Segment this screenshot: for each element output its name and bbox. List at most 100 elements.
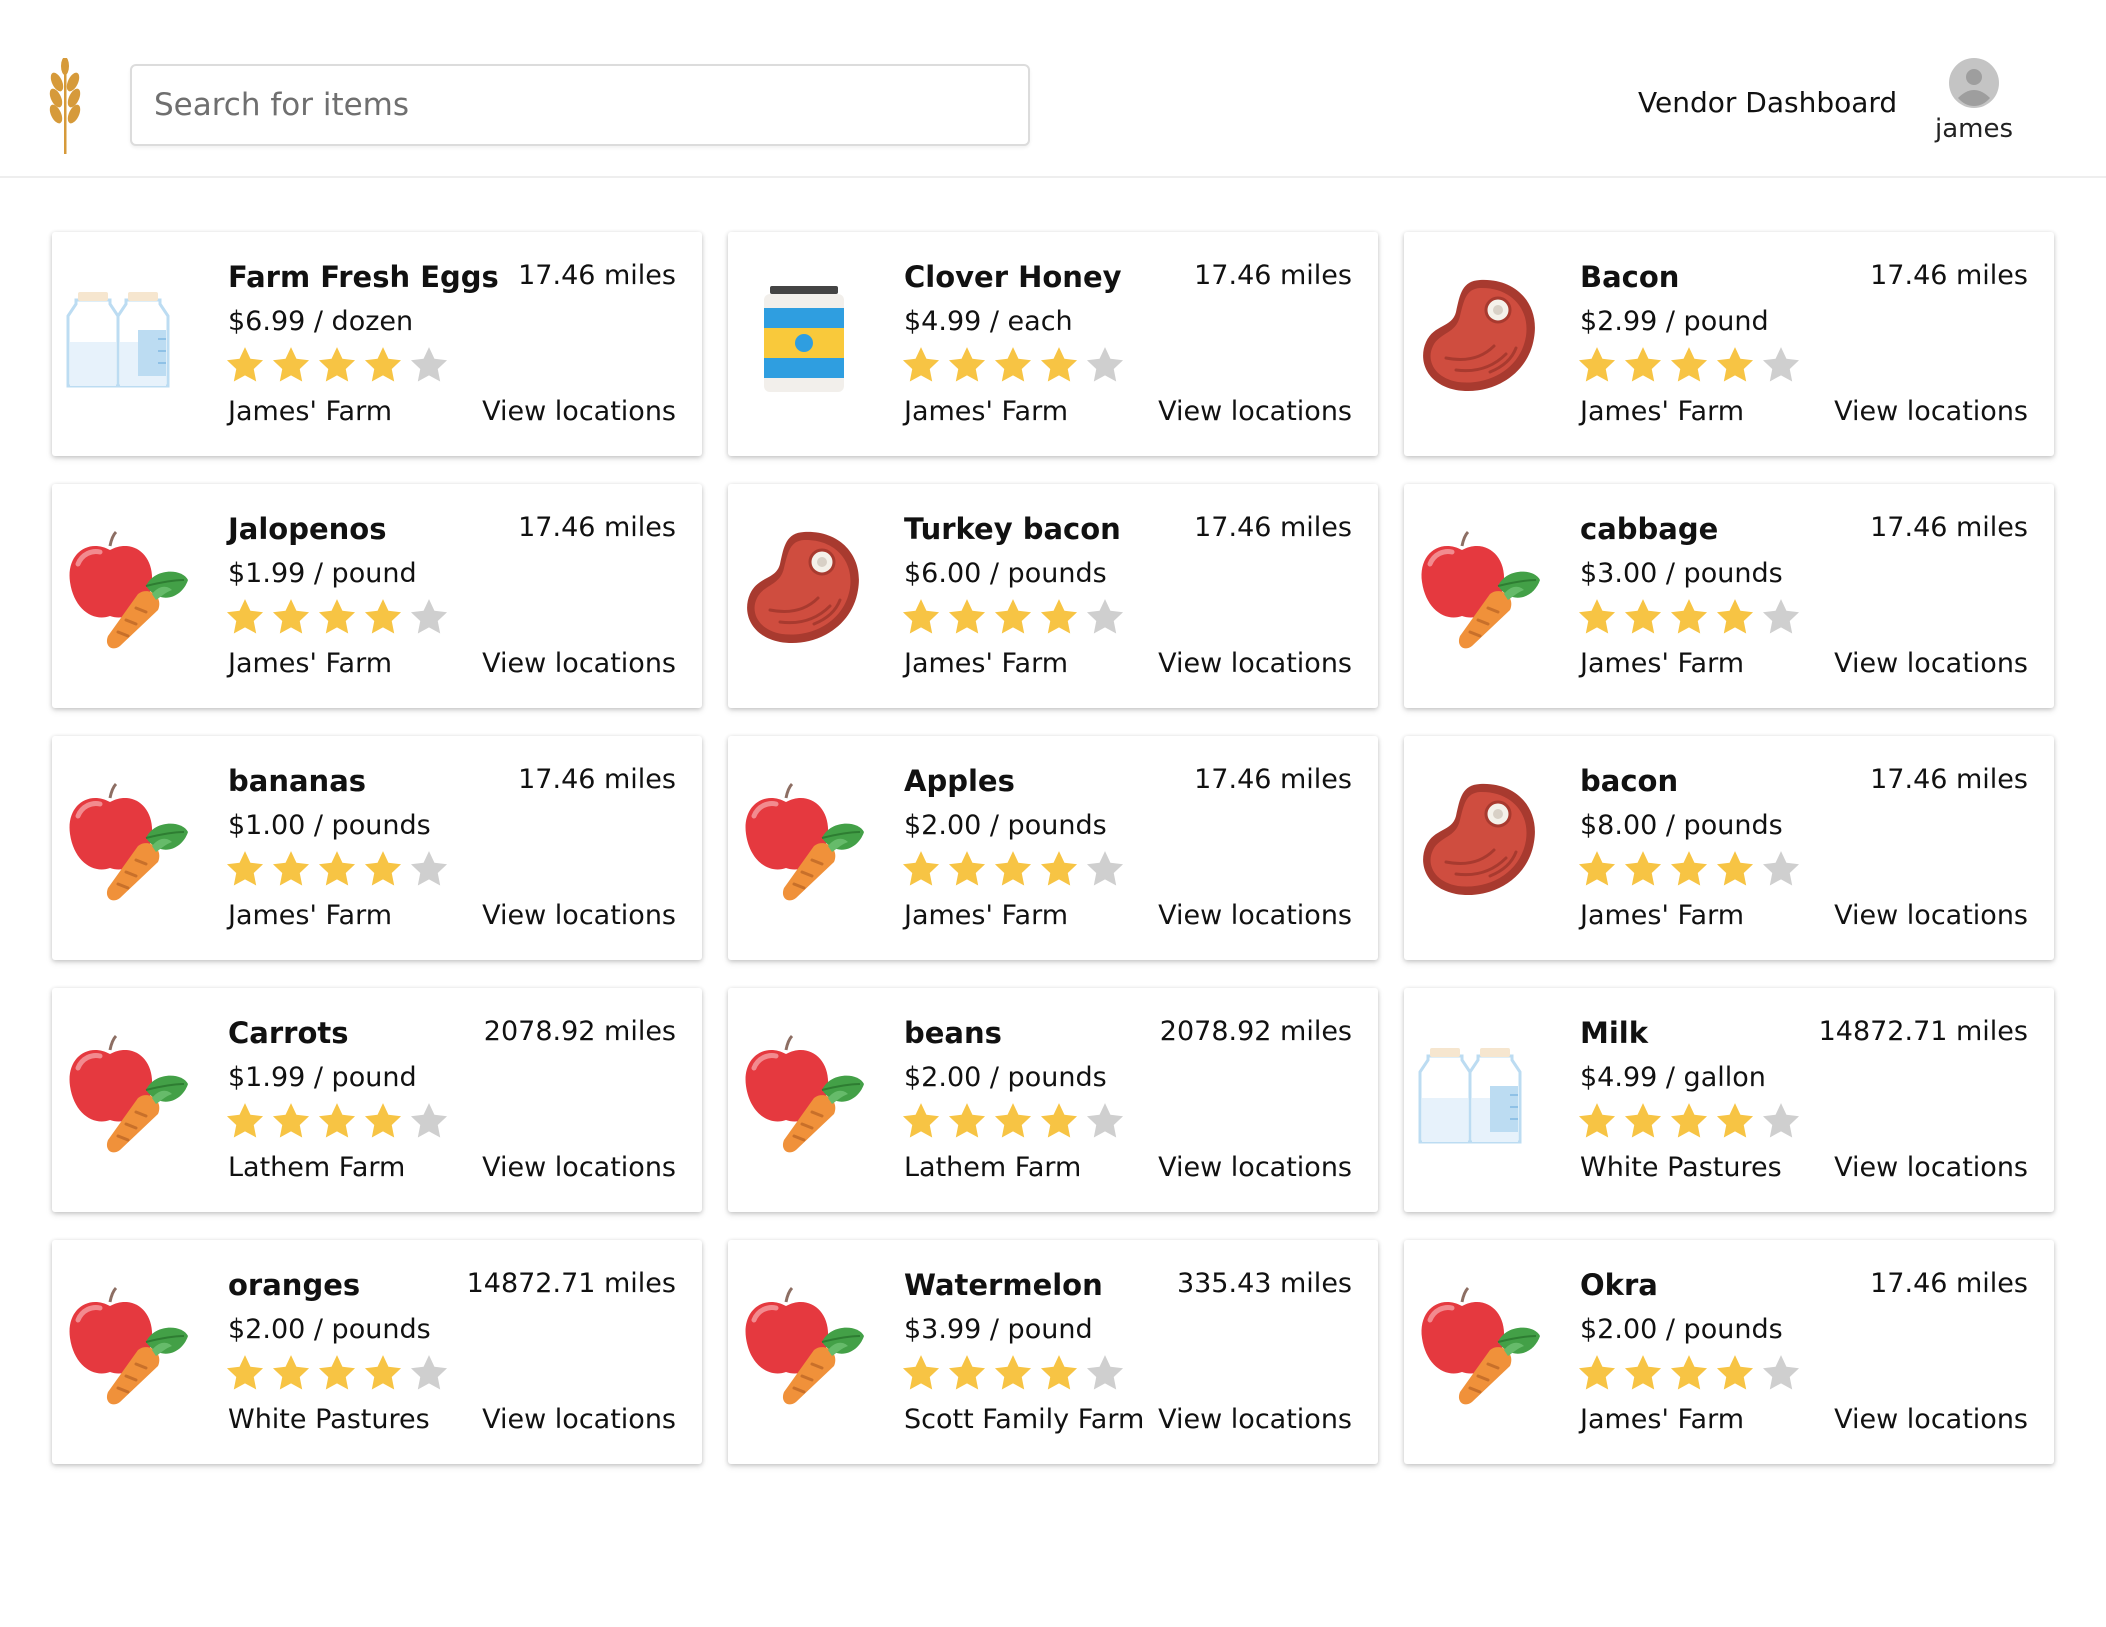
star-filled-icon: [946, 1100, 988, 1142]
price-label: $4.99 / each: [904, 306, 1073, 337]
product-name[interactable]: cabbage: [1580, 512, 1718, 546]
star-filled-icon: [224, 1100, 266, 1142]
star-filled-icon: [1038, 596, 1080, 638]
distance-label: 2078.92 miles: [1159, 1016, 1352, 1047]
product-name[interactable]: Milk: [1580, 1016, 1648, 1050]
farm-name: James' Farm: [1580, 648, 1745, 679]
view-locations-link[interactable]: View locations: [1158, 396, 1352, 427]
product-name[interactable]: Turkey bacon: [904, 512, 1121, 546]
view-locations-link[interactable]: View locations: [1834, 648, 2028, 679]
star-filled-icon: [224, 596, 266, 638]
product-card[interactable]: Okra 17.46 miles $2.00 / pounds James' Farm…: [1404, 1240, 2054, 1464]
distance-label: 14872.71 miles: [1818, 1016, 2028, 1047]
product-card[interactable]: Farm Fresh Eggs 17.46 miles $6.99 / dozen J…: [52, 232, 702, 456]
star-filled-icon: [1714, 1100, 1756, 1142]
produce-icon: [1416, 524, 1544, 652]
star-filled-icon: [316, 1352, 358, 1394]
star-filled-icon: [946, 596, 988, 638]
product-name[interactable]: Clover Honey: [904, 260, 1122, 294]
star-filled-icon: [1668, 1100, 1710, 1142]
user-menu[interactable]: james: [1930, 58, 2018, 144]
product-name[interactable]: bacon: [1580, 764, 1678, 798]
product-name[interactable]: Watermelon: [904, 1268, 1103, 1302]
star-rating: [900, 1352, 1130, 1398]
distance-label: 2078.92 miles: [483, 1016, 676, 1047]
star-filled-icon: [1576, 344, 1618, 386]
distance-label: 14872.71 miles: [466, 1268, 676, 1299]
product-card[interactable]: Carrots 2078.92 miles $1.99 / pound Lathem …: [52, 988, 702, 1212]
user-avatar-icon[interactable]: [1949, 58, 1999, 108]
view-locations-link[interactable]: View locations: [1158, 1152, 1352, 1183]
view-locations-link[interactable]: View locations: [1834, 1152, 2028, 1183]
price-label: $2.00 / pounds: [1580, 1314, 1783, 1345]
star-filled-icon: [362, 1100, 404, 1142]
product-name[interactable]: bananas: [228, 764, 366, 798]
product-card[interactable]: Turkey bacon 17.46 miles $6.00 / pounds Jam…: [728, 484, 1378, 708]
product-name[interactable]: Jalopenos: [228, 512, 386, 546]
star-filled-icon: [362, 848, 404, 890]
product-card[interactable]: Milk 14872.71 miles $4.99 / gallon White Pa…: [1404, 988, 2054, 1212]
price-label: $2.00 / pounds: [904, 810, 1107, 841]
star-rating: [1576, 1352, 1806, 1398]
star-filled-icon: [1714, 344, 1756, 386]
star-empty-icon: [408, 848, 450, 890]
product-card[interactable]: beans 2078.92 miles $2.00 / pounds Lathem F…: [728, 988, 1378, 1212]
price-label: $3.99 / pound: [904, 1314, 1093, 1345]
star-filled-icon: [992, 596, 1034, 638]
star-filled-icon: [316, 596, 358, 638]
wheat-icon[interactable]: [44, 57, 86, 154]
view-locations-link[interactable]: View locations: [1158, 900, 1352, 931]
product-card[interactable]: cabbage 17.46 miles $3.00 / pounds James' F…: [1404, 484, 2054, 708]
produce-icon: [64, 1280, 192, 1408]
produce-icon: [740, 1280, 868, 1408]
star-filled-icon: [900, 1100, 942, 1142]
star-empty-icon: [408, 344, 450, 386]
product-name[interactable]: Okra: [1580, 1268, 1658, 1302]
view-locations-link[interactable]: View locations: [1834, 396, 2028, 427]
view-locations-link[interactable]: View locations: [482, 396, 676, 427]
product-card[interactable]: oranges 14872.71 miles $2.00 / pounds White…: [52, 1240, 702, 1464]
view-locations-link[interactable]: View locations: [1834, 900, 2028, 931]
view-locations-link[interactable]: View locations: [482, 648, 676, 679]
product-name[interactable]: oranges: [228, 1268, 360, 1302]
view-locations-link[interactable]: View locations: [482, 1152, 676, 1183]
product-card[interactable]: Watermelon 335.43 miles $3.99 / pound Scott…: [728, 1240, 1378, 1464]
star-filled-icon: [316, 344, 358, 386]
product-name[interactable]: Apples: [904, 764, 1015, 798]
search-input[interactable]: [130, 64, 1030, 146]
farm-name: White Pastures: [228, 1404, 430, 1435]
product-name[interactable]: Carrots: [228, 1016, 349, 1050]
view-locations-link[interactable]: View locations: [1834, 1404, 2028, 1435]
distance-label: 17.46 miles: [1194, 512, 1352, 543]
star-filled-icon: [1668, 344, 1710, 386]
farm-name: James' Farm: [228, 648, 393, 679]
product-card[interactable]: Clover Honey 17.46 miles $4.99 / each James…: [728, 232, 1378, 456]
product-name[interactable]: Farm Fresh Eggs: [228, 260, 499, 294]
star-filled-icon: [992, 848, 1034, 890]
view-locations-link[interactable]: View locations: [1158, 648, 1352, 679]
star-filled-icon: [946, 848, 988, 890]
star-filled-icon: [992, 1352, 1034, 1394]
star-filled-icon: [1714, 848, 1756, 890]
distance-label: 17.46 miles: [1870, 1268, 2028, 1299]
star-filled-icon: [1622, 1352, 1664, 1394]
star-filled-icon: [270, 1100, 312, 1142]
product-card[interactable]: Jalopenos 17.46 miles $1.99 / pound James' …: [52, 484, 702, 708]
product-card[interactable]: Apples 17.46 miles $2.00 / pounds James' Fa…: [728, 736, 1378, 960]
view-locations-link[interactable]: View locations: [482, 1404, 676, 1435]
product-name[interactable]: Bacon: [1580, 260, 1679, 294]
product-name[interactable]: beans: [904, 1016, 1002, 1050]
product-card[interactable]: bananas 17.46 miles $1.00 / pounds James' F…: [52, 736, 702, 960]
star-filled-icon: [362, 596, 404, 638]
product-card[interactable]: bacon 17.46 miles $8.00 / pounds James' Far…: [1404, 736, 2054, 960]
view-locations-link[interactable]: View locations: [482, 900, 676, 931]
star-filled-icon: [1668, 848, 1710, 890]
star-empty-icon: [1760, 848, 1802, 890]
milk-icon: [64, 272, 192, 400]
vendor-dashboard-link[interactable]: Vendor Dashboard: [1638, 86, 1897, 119]
distance-label: 17.46 miles: [1870, 512, 2028, 543]
product-card[interactable]: Bacon 17.46 miles $2.99 / pound James' Farm…: [1404, 232, 2054, 456]
view-locations-link[interactable]: View locations: [1158, 1404, 1352, 1435]
price-label: $2.99 / pound: [1580, 306, 1769, 337]
star-empty-icon: [1084, 1100, 1126, 1142]
